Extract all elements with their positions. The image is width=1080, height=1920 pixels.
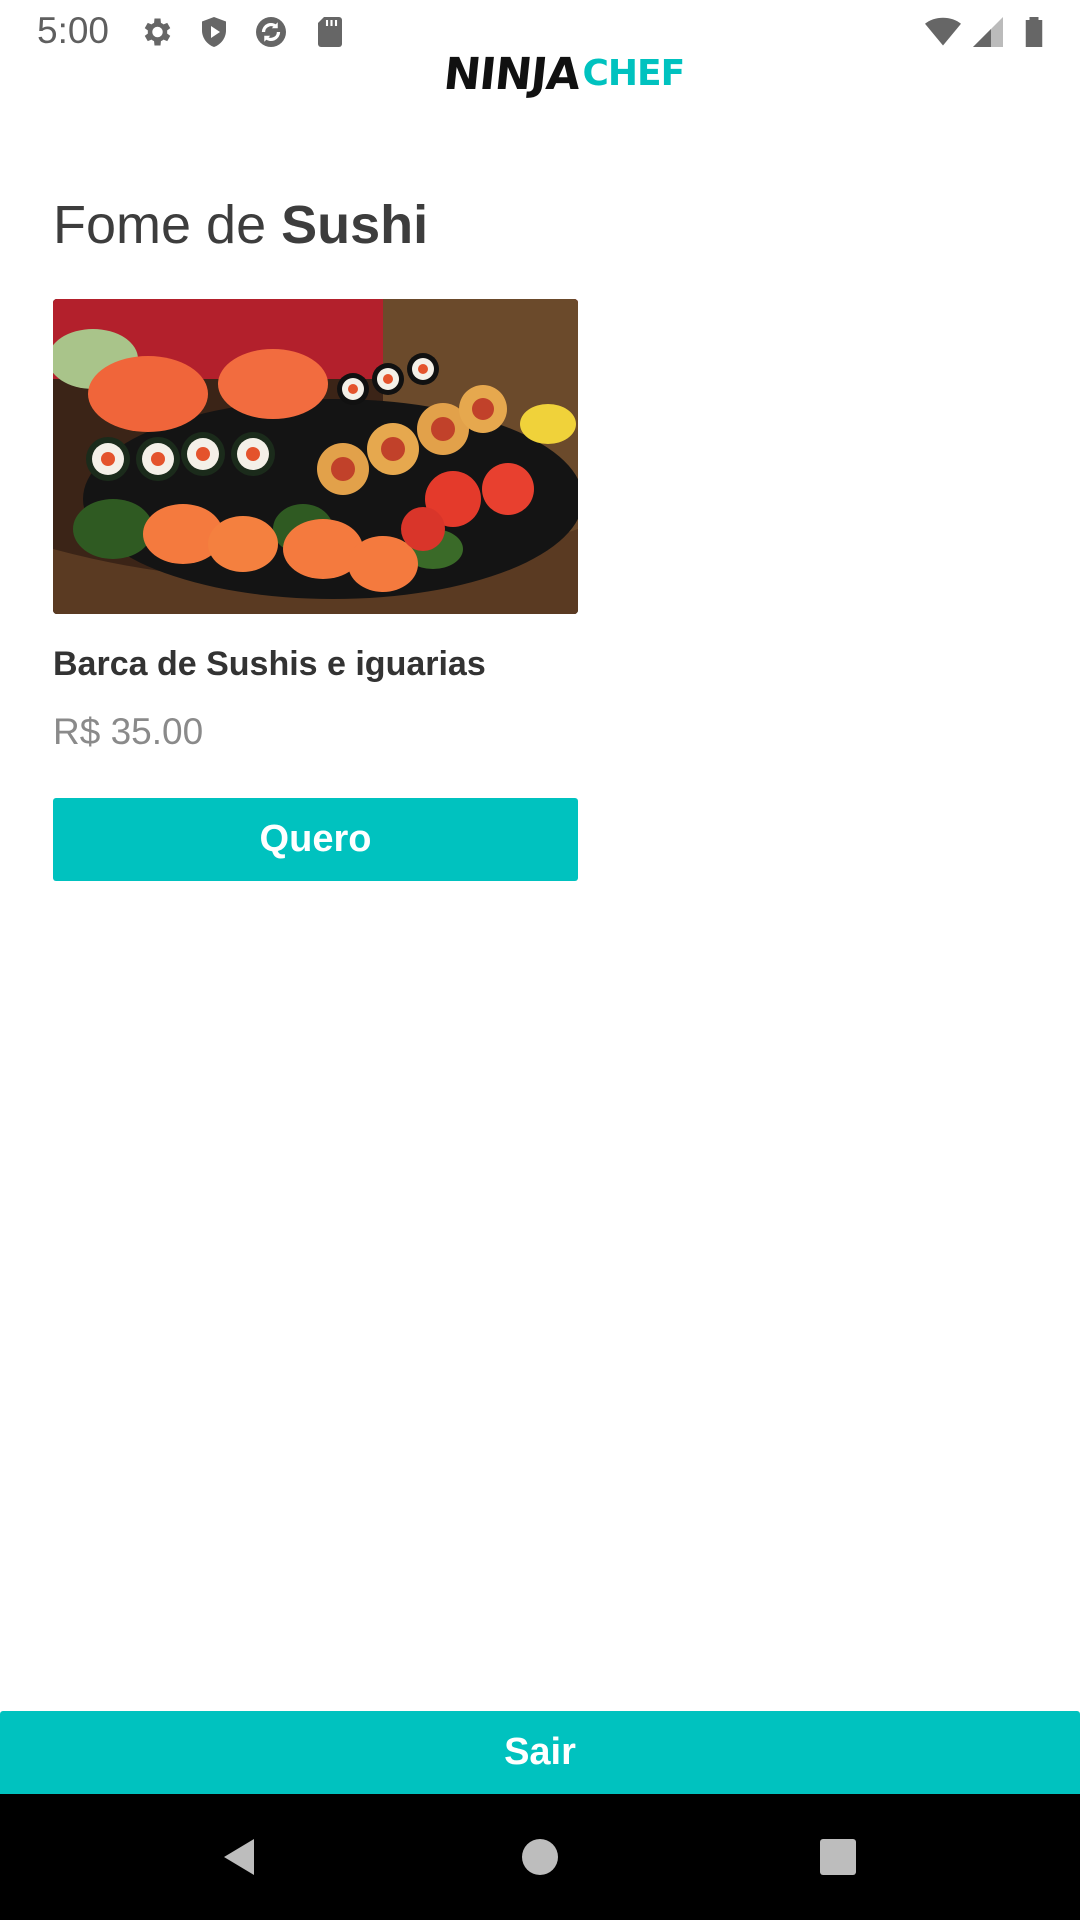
page-title-prefix: Fome de [53,195,282,255]
product-price: R$ 35.00 [53,711,204,752]
exit-button[interactable]: Sair [0,1711,1080,1794]
page-title-category: Sushi [281,195,429,255]
sushi-platter-image[interactable] [53,299,578,614]
cell-signal-icon [970,14,1006,50]
system-nav-bar [0,1794,1080,1920]
back-icon[interactable] [177,1794,303,1920]
product-name: Barca de Sushis e iguarias [53,645,486,683]
page-title: Fome de Sushi [53,194,428,256]
status-time: 5:00 [37,10,110,51]
shield-play-icon [196,14,232,50]
want-button[interactable]: Quero [53,798,578,881]
sync-icon [253,14,289,50]
wifi-icon [922,14,964,50]
logo-ninja-text: NINJA [441,49,583,100]
logo-chef-text: CHEF [582,53,685,94]
home-icon[interactable] [477,1794,603,1920]
sd-card-icon [312,14,348,50]
screen: 5:00 NINJA CHEF Fome de Sushi Barca de S… [0,0,1080,1920]
recents-icon[interactable] [775,1794,901,1920]
ninjachef-logo: NINJA CHEF [441,36,685,100]
gear-icon [138,14,174,50]
battery-icon [1016,14,1052,50]
